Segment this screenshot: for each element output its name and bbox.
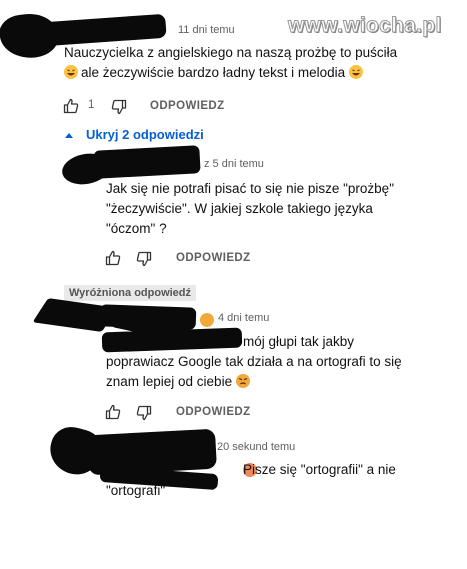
thumb-up-icon[interactable]	[63, 98, 79, 114]
watermark-text: www.wiocha.pl	[288, 14, 442, 38]
comment-timestamp: 11 dni temu	[178, 24, 235, 36]
laughing-emoji-icon	[348, 65, 363, 79]
reply-button[interactable]: ODPOWIEDZ	[176, 252, 251, 264]
reply-text-line: Jak się nie potrafi pisać to się nie pis…	[106, 181, 394, 196]
thumb-down-icon[interactable]	[111, 99, 127, 115]
reply-timestamp: z 5 dni temu	[204, 158, 264, 170]
thumb-up-icon[interactable]	[105, 250, 121, 266]
thumb-down-icon[interactable]	[136, 251, 152, 267]
reply-text-line: poprawiacz Google tak działa a na ortogr…	[106, 354, 402, 369]
redacted-username	[93, 145, 201, 179]
reply-text-line-3: znam lepiej od ciebie	[106, 372, 253, 392]
like-count: 1	[88, 99, 95, 111]
comment-text-line: Nauczycielka z angielskiego na naszą pro…	[64, 45, 398, 60]
reply-timestamp: 20 sekund temu	[217, 441, 296, 453]
highlighted-reply-badge: Wyróżniona odpowiedź	[64, 285, 197, 301]
laughing-emoji-icon	[64, 65, 78, 79]
hide-replies-button[interactable]: Ukryj 2 odpowiedzi	[86, 127, 204, 142]
reply-text-line: Pisze się "ortografii" a nie	[243, 462, 396, 477]
reply-text-line: "óczom" ?	[106, 221, 167, 236]
reply-timestamp: 4 dni temu	[218, 312, 270, 324]
comment-text-line-2: ale żeczywiście bardzo ładny tekst i mel…	[64, 63, 366, 83]
caret-up-icon[interactable]	[64, 131, 74, 139]
comment-text: ale żeczywiście bardzo ładny tekst i mel…	[81, 65, 346, 80]
reply-text-line: "ortografi"	[106, 483, 166, 498]
angry-emoji-icon	[235, 374, 250, 388]
emoji-icon	[200, 313, 214, 327]
thumb-down-icon[interactable]	[136, 405, 152, 421]
thumb-up-icon[interactable]	[105, 404, 121, 420]
reply-text-line: "żeczywiście". W jakiej szkole takiego j…	[106, 201, 373, 216]
reply-button[interactable]: ODPOWIEDZ	[176, 406, 251, 418]
reply-text-line: mój głupi tak jakby	[243, 334, 355, 349]
reply-button[interactable]: ODPOWIEDZ	[150, 100, 225, 112]
reply-text: znam lepiej od ciebie	[106, 374, 233, 389]
